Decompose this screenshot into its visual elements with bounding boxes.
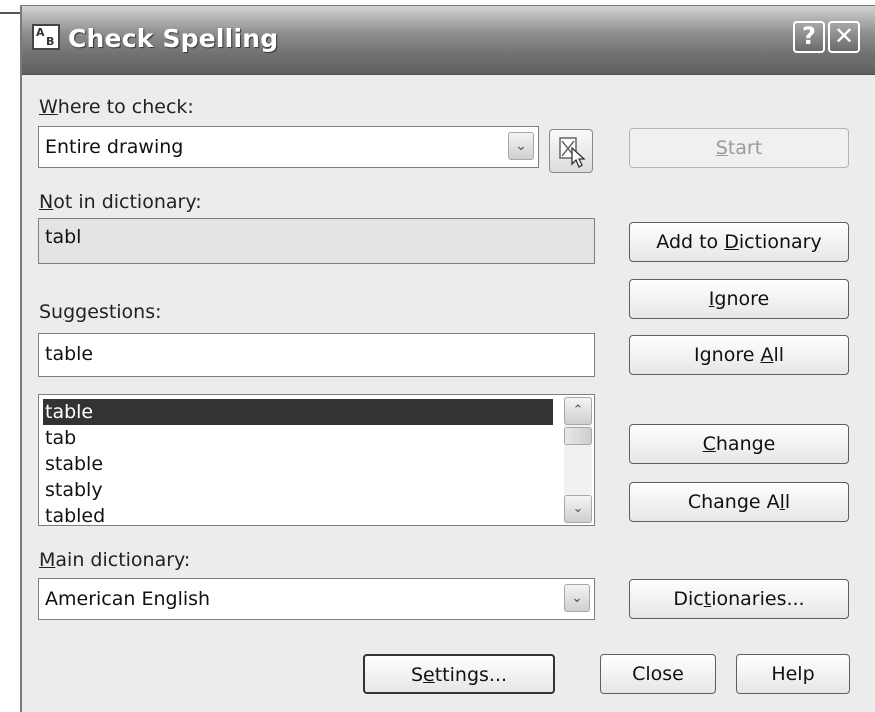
list-item[interactable]: tabled xyxy=(43,503,553,525)
ignore-button[interactable]: Ignore xyxy=(629,279,849,319)
where-to-check-value: Entire drawing xyxy=(45,136,184,158)
start-button[interactable]: Start xyxy=(629,128,849,168)
select-objects-button[interactable] xyxy=(549,129,593,173)
title-bar: A B Check Spelling ? ✕ xyxy=(22,6,875,75)
not-in-dictionary-value: tabl xyxy=(45,226,82,248)
check-spelling-icon: A B xyxy=(32,24,60,50)
ignore-all-button[interactable]: Ignore All xyxy=(629,335,849,375)
window-title: Check Spelling xyxy=(68,24,279,53)
suggestions-list[interactable]: table tab stable stably tabled ⌃ ⌄ xyxy=(38,394,595,526)
dictionaries-button[interactable]: Dictionaries... xyxy=(629,579,849,619)
list-item[interactable]: table xyxy=(43,399,553,425)
main-dictionary-value: American English xyxy=(45,588,211,610)
suggestion-value: table xyxy=(45,343,94,365)
where-to-check-dropdown[interactable]: Entire drawing ⌄ xyxy=(38,126,539,168)
close-button[interactable]: Close xyxy=(600,654,716,694)
list-item[interactable]: stably xyxy=(43,477,553,503)
scrollbar[interactable]: ⌃ ⌄ xyxy=(564,397,592,523)
help-icon[interactable]: ? xyxy=(793,21,825,53)
add-to-dictionary-button[interactable]: Add to Dictionary xyxy=(629,222,849,262)
suggestions-label: Suggestions: xyxy=(39,301,162,323)
suggestion-input[interactable]: table xyxy=(38,333,595,377)
help-button[interactable]: Help xyxy=(736,654,850,694)
where-to-check-label: Where to check: xyxy=(39,96,194,118)
select-objects-icon xyxy=(559,137,586,168)
list-item[interactable]: tab xyxy=(43,425,553,451)
change-all-button[interactable]: Change All xyxy=(629,482,849,522)
background-line xyxy=(0,12,22,14)
chevron-down-icon[interactable]: ⌄ xyxy=(564,495,592,523)
not-in-dictionary-label: Not in dictionary: xyxy=(39,191,202,213)
settings-button[interactable]: Settings... xyxy=(363,654,555,694)
chevron-down-icon[interactable]: ⌄ xyxy=(564,584,590,612)
check-spelling-dialog: A B Check Spelling ? ✕ Where to check: E… xyxy=(20,5,875,712)
main-dictionary-label: Main dictionary: xyxy=(39,549,191,571)
scrollbar-thumb[interactable] xyxy=(564,427,592,445)
close-icon[interactable]: ✕ xyxy=(828,21,860,53)
not-in-dictionary-field: tabl xyxy=(38,218,595,264)
main-dictionary-dropdown[interactable]: American English ⌄ xyxy=(38,578,595,620)
list-item[interactable]: stable xyxy=(43,451,553,477)
change-button[interactable]: Change xyxy=(629,424,849,464)
chevron-down-icon[interactable]: ⌄ xyxy=(508,132,534,160)
chevron-up-icon[interactable]: ⌃ xyxy=(564,397,592,425)
